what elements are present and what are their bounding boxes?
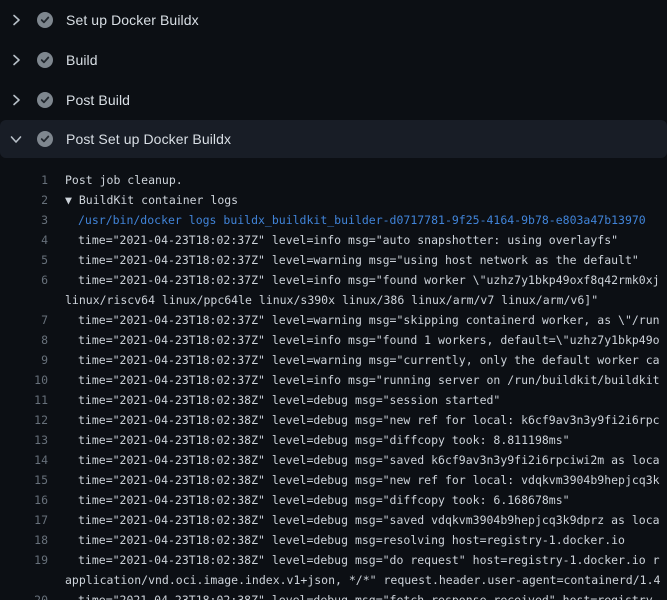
- log-text: time="2021-04-23T18:02:38Z" level=debug …: [78, 530, 625, 550]
- line-number[interactable]: 5: [0, 250, 48, 270]
- log-text: time="2021-04-23T18:02:37Z" level=info m…: [78, 330, 660, 350]
- log-text: time="2021-04-23T18:02:38Z" level=debug …: [78, 550, 660, 570]
- log-row: 12 time="2021-04-23T18:02:38Z" level=debu…: [0, 410, 667, 430]
- log-row: 17 time="2021-04-23T18:02:38Z" level=debu…: [0, 510, 667, 530]
- log-row: 13 time="2021-04-23T18:02:38Z" level=debu…: [0, 430, 667, 450]
- log-row: 2 ▼ BuildKit container logs: [0, 190, 667, 210]
- log-row: application/vnd.oci.image.index.v1+json,…: [0, 570, 667, 590]
- check-circle-icon: [37, 131, 53, 147]
- log-text: linux/riscv64 linux/ppc64le linux/s390x …: [65, 290, 598, 310]
- log-row: 16 time="2021-04-23T18:02:38Z" level=debu…: [0, 490, 667, 510]
- log-row: 9 time="2021-04-23T18:02:37Z" level=warni…: [0, 350, 667, 370]
- log-row: 5 time="2021-04-23T18:02:37Z" level=warni…: [0, 250, 667, 270]
- log-text: time="2021-04-23T18:02:38Z" level=debug …: [78, 590, 660, 600]
- log-row: 1 Post job cleanup.: [0, 170, 667, 190]
- log-row: 20 time="2021-04-23T18:02:38Z" level=debu…: [0, 590, 667, 600]
- line-number[interactable]: 8: [0, 330, 48, 350]
- steps-panel: Set up Docker Buildx Build Post Build Po…: [0, 0, 667, 158]
- line-number[interactable]: 15: [0, 470, 48, 490]
- step-header-set-up-docker-buildx[interactable]: Set up Docker Buildx: [0, 0, 667, 40]
- log-text: time="2021-04-23T18:02:37Z" level=info m…: [78, 270, 660, 290]
- log-row: 19 time="2021-04-23T18:02:38Z" level=debu…: [0, 550, 667, 570]
- line-number[interactable]: 20: [0, 590, 48, 600]
- log-text: application/vnd.oci.image.index.v1+json,…: [65, 570, 660, 590]
- log-row: 11 time="2021-04-23T18:02:38Z" level=debu…: [0, 390, 667, 410]
- step-title: Build: [66, 52, 98, 68]
- step-header-post-set-up-docker-buildx[interactable]: Post Set up Docker Buildx: [0, 120, 667, 158]
- line-number: [0, 290, 48, 310]
- log-text: time="2021-04-23T18:02:38Z" level=debug …: [78, 410, 660, 430]
- line-number[interactable]: 3: [0, 210, 48, 230]
- line-number[interactable]: 19: [0, 550, 48, 570]
- log-text: time="2021-04-23T18:02:38Z" level=debug …: [78, 490, 570, 510]
- log-command-text: /usr/bin/docker logs buildx_buildkit_bui…: [78, 210, 646, 230]
- log-text: time="2021-04-23T18:02:37Z" level=info m…: [78, 230, 618, 250]
- log-row: linux/riscv64 linux/ppc64le linux/s390x …: [0, 290, 667, 310]
- log-text: time="2021-04-23T18:02:37Z" level=warnin…: [78, 350, 660, 370]
- line-number[interactable]: 13: [0, 430, 48, 450]
- step-title: Post Build: [66, 92, 130, 108]
- log-row: 15 time="2021-04-23T18:02:38Z" level=debu…: [0, 470, 667, 490]
- log-row: 14 time="2021-04-23T18:02:38Z" level=debu…: [0, 450, 667, 470]
- log-row: 4 time="2021-04-23T18:02:37Z" level=info …: [0, 230, 667, 250]
- line-number[interactable]: 4: [0, 230, 48, 250]
- log-row: 3/usr/bin/docker logs buildx_buildkit_bu…: [0, 210, 667, 230]
- log-row: 7 time="2021-04-23T18:02:37Z" level=warni…: [0, 310, 667, 330]
- line-number[interactable]: 11: [0, 390, 48, 410]
- step-header-post-build[interactable]: Post Build: [0, 80, 667, 120]
- log-row: 6 time="2021-04-23T18:02:37Z" level=info …: [0, 270, 667, 290]
- log-text: time="2021-04-23T18:02:37Z" level=info m…: [78, 370, 660, 390]
- log-text: time="2021-04-23T18:02:37Z" level=warnin…: [78, 250, 639, 270]
- line-number[interactable]: 7: [0, 310, 48, 330]
- line-number: [0, 570, 48, 590]
- log-row: 8 time="2021-04-23T18:02:37Z" level=info …: [0, 330, 667, 350]
- log-row: 18 time="2021-04-23T18:02:38Z" level=debu…: [0, 530, 667, 550]
- log-text: Post job cleanup.: [65, 170, 183, 190]
- line-number[interactable]: 18: [0, 530, 48, 550]
- line-number[interactable]: 10: [0, 370, 48, 390]
- log-row: 10 time="2021-04-23T18:02:37Z" level=info…: [0, 370, 667, 390]
- chevron-down-icon: [8, 131, 24, 147]
- log-text: time="2021-04-23T18:02:38Z" level=debug …: [78, 430, 570, 450]
- log-text: time="2021-04-23T18:02:38Z" level=debug …: [78, 510, 660, 530]
- check-circle-icon: [37, 52, 53, 68]
- line-number[interactable]: 16: [0, 490, 48, 510]
- line-number[interactable]: 17: [0, 510, 48, 530]
- line-number[interactable]: 12: [0, 410, 48, 430]
- chevron-right-icon: [8, 52, 24, 68]
- log-text: time="2021-04-23T18:02:38Z" level=debug …: [78, 450, 660, 470]
- line-number[interactable]: 1: [0, 170, 48, 190]
- chevron-right-icon: [8, 92, 24, 108]
- line-number[interactable]: 2: [0, 190, 48, 210]
- log: 1 Post job cleanup. 2 ▼ BuildKit container …: [0, 160, 667, 600]
- check-circle-icon: [37, 12, 53, 28]
- line-number[interactable]: 14: [0, 450, 48, 470]
- check-circle-icon: [37, 92, 53, 108]
- step-title: Set up Docker Buildx: [66, 12, 199, 28]
- line-number[interactable]: 6: [0, 270, 48, 290]
- line-number[interactable]: 9: [0, 350, 48, 370]
- log-text: time="2021-04-23T18:02:38Z" level=debug …: [78, 470, 660, 490]
- step-title: Post Set up Docker Buildx: [66, 131, 231, 147]
- log-text: time="2021-04-23T18:02:38Z" level=debug …: [78, 390, 500, 410]
- log-group-toggle[interactable]: ▼ BuildKit container logs: [65, 190, 238, 210]
- chevron-right-icon: [8, 12, 24, 28]
- step-header-build[interactable]: Build: [0, 40, 667, 80]
- log-text: time="2021-04-23T18:02:37Z" level=warnin…: [78, 310, 660, 330]
